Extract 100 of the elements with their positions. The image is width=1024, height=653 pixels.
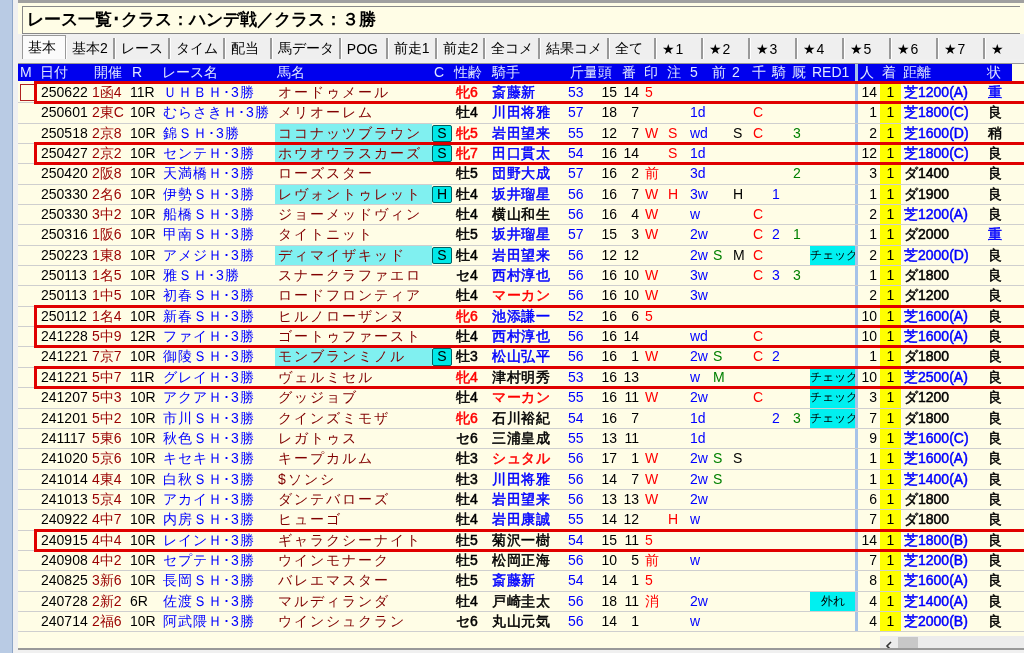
column-header[interactable]: RED1 [810,64,855,81]
table-cell-text: S [732,449,744,469]
table-cell-text: C [752,123,765,143]
column-header[interactable]: 状 [985,64,1012,81]
column-header[interactable]: R [130,64,160,81]
table-cell-text: w [689,611,702,631]
tab[interactable]: 基本 [22,35,66,59]
runners-cell-text: 16 [600,367,618,387]
sex-age-cell-text: 牡4 [455,245,479,265]
track-condition-cell-text: 良 [987,449,1003,469]
column-header[interactable]: 厩 [790,64,810,81]
column-header[interactable]: 距離 [901,64,985,81]
horse-name-cell-text: ジョーメッドヴィン [277,205,423,225]
table-cell-text: w [689,367,702,387]
race-number-cell-text: 10R [130,144,157,164]
weight-cell-text: 56 [568,327,585,347]
tab[interactable]: 配当 [224,38,272,59]
scroll-left-icon[interactable] [884,640,894,648]
runners-cell-text: 15 [600,83,618,102]
tab[interactable]: 全て [609,38,657,59]
date-cell-text: 240825 [40,571,89,591]
date-cell-text: 241228 [40,327,89,347]
sex-age-cell-text: 牡4 [455,286,479,306]
horse-name-cell-text: スナークラファエロ [277,266,423,286]
column-header[interactable]: 番 [620,64,642,81]
tab[interactable]: ★7 [938,38,986,59]
runners-cell-text: 15 [600,530,618,550]
column-header[interactable]: 性齢 [452,64,490,81]
horse-number-cell-text: 1 [630,571,640,591]
jockey-cell-text: 津村明秀 [491,367,551,387]
column-header[interactable]: 開催 [92,64,130,81]
horse-name-cell-text: キープカルム [277,449,375,469]
column-header[interactable]: 騎 [770,64,790,81]
horse-number-cell-text: 7 [630,408,640,428]
column-header[interactable]: 騎手 [490,64,568,81]
distance-cell-text: 芝1800(C) [903,144,970,164]
column-header[interactable]: 人 [855,64,880,81]
race-name-cell-text: レインＨ･3勝 [162,530,256,550]
horse-number-cell-text: 7 [630,123,640,143]
finish-cell: 1 [880,510,901,530]
horse-name-cell-text: ウインモナーク [277,550,391,570]
tab[interactable]: 基本2 [66,38,115,59]
tab[interactable]: ★5 [844,38,892,59]
tab[interactable]: ★6 [891,38,939,59]
venue-cell-text: 5京6 [92,449,123,469]
race-name-cell-text: 錦ＳＨ･3勝 [162,123,241,143]
date-cell-text: 241221 [40,347,89,367]
mark-cell-text: W [644,449,660,469]
mark-cell-text: W [644,286,660,306]
table-cell-text: 1d [689,103,707,123]
table-cell-text: 1d [689,144,707,164]
runners-cell-text: 12 [600,245,618,265]
column-header[interactable]: M [18,64,38,81]
sex-age-cell-text: 牡5 [455,550,479,570]
column-header[interactable]: レース名 [160,64,275,81]
column-header[interactable]: 頭 [596,64,620,81]
tab[interactable]: 全コメ [485,38,541,59]
weight-cell-text: 53 [568,83,585,102]
distance-cell-text: 芝2000(B) [903,611,969,631]
column-header[interactable]: 千 [750,64,770,81]
venue-cell-text: 5中2 [92,408,123,428]
finish-cell: 1 [880,205,901,225]
tab[interactable]: ★1 [656,38,704,59]
tab[interactable]: ★2 [703,38,751,59]
column-header[interactable]: 2 [730,64,750,81]
mark-cell-text: W [644,266,660,286]
runners-cell-text: 12 [600,123,618,143]
distance-cell-text: 芝1600(C) [903,428,970,448]
column-header[interactable]: 5 [688,64,710,81]
race-name-cell-text: キセキＨ･3勝 [162,449,256,469]
tab[interactable]: POG [340,38,388,59]
tab[interactable]: ★4 [797,38,845,59]
column-header[interactable]: 印 [642,64,665,81]
sex-age-cell-text: 牡4 [455,591,479,611]
sex-age-cell-text: 牡3 [455,469,479,489]
column-header[interactable]: 注 [665,64,688,81]
track-condition-cell-text: 良 [987,388,1003,408]
column-header[interactable]: 着 [880,64,901,81]
tab[interactable]: 結果コメ [540,38,610,59]
date-cell-text: 250113 [40,266,88,286]
mark-cell-text: W [644,123,660,143]
column-header[interactable]: 馬名 [275,64,432,81]
tab[interactable]: ★3 [750,38,798,59]
jockey-cell-text: マーカン [491,388,551,408]
weight-cell-text: 56 [568,449,585,469]
venue-cell-text: 4東4 [92,469,123,489]
tab[interactable]: 馬データ [271,38,341,59]
track-condition-cell-text: 良 [987,530,1003,550]
race-number-cell-text: 10R [130,611,157,631]
tab[interactable]: 前走2 [436,38,486,59]
column-header[interactable]: 前 [710,64,730,81]
column-header[interactable]: 日付 [38,64,92,81]
distance-cell-text: 芝2000(D) [903,245,970,265]
column-header[interactable]: C [432,64,452,81]
venue-cell-text: 3中2 [92,205,123,225]
tab[interactable]: 前走1 [387,38,437,59]
tab[interactable]: タイム [169,38,225,59]
tab[interactable]: レース [114,38,170,59]
horse-number-cell-text: 14 [622,83,640,102]
runners-cell-text: 16 [600,266,618,286]
